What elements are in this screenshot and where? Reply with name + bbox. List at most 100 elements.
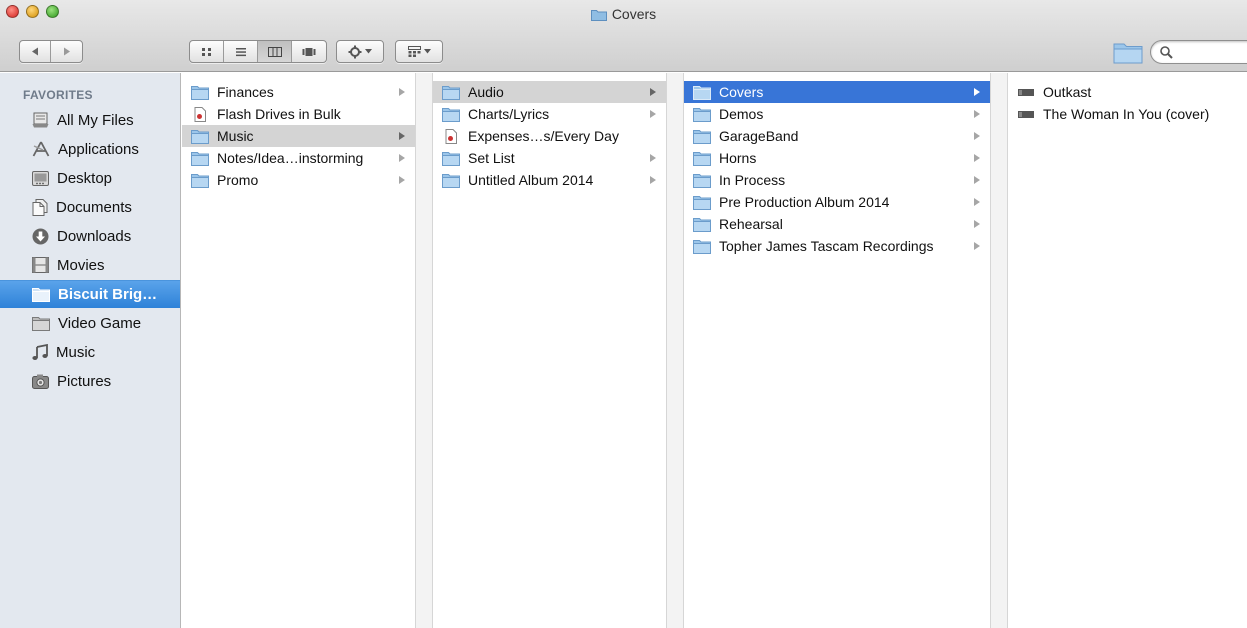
desktop-icon [32,170,49,186]
chevron-down-icon [365,49,372,54]
folder-icon [191,173,209,188]
downloads-icon [32,228,49,244]
action-menu-button[interactable] [336,40,384,63]
forward-arrow-icon [63,47,70,56]
sidebar-item-music[interactable]: Music [0,338,180,366]
list-item[interactable]: Audio [433,81,666,103]
sidebar-item-label: Desktop [57,169,113,187]
sidebar-item-all-my-files[interactable]: All My Files [0,106,180,134]
column-view-button[interactable] [258,41,292,62]
sidebar-item-biscuit-brig[interactable]: Biscuit Brig… [0,280,180,308]
disclosure-arrow-icon [974,220,980,228]
cover-flow-button[interactable] [292,41,326,62]
list-item[interactable]: Rehearsal [684,213,990,235]
list-view-button[interactable] [224,41,258,62]
camera-icon [32,374,49,389]
list-view-icon [235,47,246,56]
cover-flow-icon [302,47,316,56]
list-item[interactable]: Pre Production Album 2014 [684,191,990,213]
sidebar-item-label: All My Files [57,111,134,129]
disclosure-arrow-icon [650,154,656,162]
movies-icon [32,257,49,273]
list-item[interactable]: Covers [684,81,990,103]
search-input[interactable] [1177,43,1247,61]
all-files-icon [32,112,49,128]
window-title-area: Covers [0,6,1247,22]
list-item[interactable]: The Woman In You (cover) [1008,103,1247,125]
column-resize-handle[interactable] [415,73,433,628]
list-item[interactable]: Flash Drives in Bulk [182,103,415,125]
browser-column-4: Outkast The Woman In You (cover) [1008,73,1247,628]
folder-icon [442,151,460,166]
column-resize-handle[interactable] [990,73,1008,628]
video-file-icon [1018,88,1034,96]
sidebar-item-pictures[interactable]: Pictures [0,367,180,395]
forward-button[interactable] [51,41,82,62]
list-item[interactable]: In Process [684,169,990,191]
sidebar-item-label: Video Game [58,314,142,332]
sidebar-item-label: Music [56,343,96,361]
applications-icon [32,141,50,157]
browser-column-3: Covers Demos GarageBand Horns In Process… [684,73,990,628]
disclosure-arrow-icon [974,198,980,206]
sidebar: FAVORITES All My Files Applications Desk… [0,73,181,628]
folder-icon [32,316,50,331]
sidebar-item-label: Movies [57,256,105,274]
folder-icon [693,239,711,254]
list-item[interactable]: Horns [684,147,990,169]
disclosure-arrow-icon [399,88,405,96]
document-icon [194,106,206,122]
folder-icon [442,107,460,122]
gear-icon [348,45,362,58]
back-button[interactable] [20,41,51,62]
sidebar-item-label: Pictures [57,372,112,390]
disclosure-arrow-icon [399,154,405,162]
browser-column-2: Audio Charts/Lyrics Expenses…s/Every Day… [433,73,666,628]
list-item[interactable]: Finances [182,81,415,103]
sidebar-item-video-game[interactable]: Video Game [0,309,180,337]
disclosure-arrow-icon [974,176,980,184]
sidebar-item-movies[interactable]: Movies [0,251,180,279]
music-note-icon [32,343,48,360]
disclosure-arrow-icon [974,132,980,140]
icon-view-button[interactable] [190,41,224,62]
disclosure-arrow-icon [650,176,656,184]
folder-icon [693,151,711,166]
list-item[interactable]: Untitled Album 2014 [433,169,666,191]
search-field[interactable] [1150,40,1247,64]
list-item[interactable]: Topher James Tascam Recordings [684,235,990,257]
list-item[interactable]: Expenses…s/Every Day [433,125,666,147]
list-item[interactable]: Charts/Lyrics [433,103,666,125]
folder-icon [442,85,460,100]
sidebar-item-desktop[interactable]: Desktop [0,164,180,192]
list-item[interactable]: Promo [182,169,415,191]
folder-icon [693,85,711,100]
list-item[interactable]: Demos [684,103,990,125]
folder-icon [693,107,711,122]
list-item[interactable]: Set List [433,147,666,169]
list-item[interactable]: Outkast [1008,81,1247,103]
sidebar-item-applications[interactable]: Applications [0,135,180,163]
folder-icon [693,173,711,188]
disclosure-arrow-icon [974,242,980,250]
document-icon [445,128,457,144]
folder-icon [693,217,711,232]
column-resize-handle[interactable] [666,73,684,628]
sidebar-item-label: Documents [56,198,132,216]
list-item[interactable]: Music [182,125,415,147]
folder-icon [693,195,711,210]
disclosure-arrow-icon [974,110,980,118]
window-title: Covers [611,6,657,22]
sidebar-item-documents[interactable]: Documents [0,193,180,221]
list-item[interactable]: GarageBand [684,125,990,147]
folder-icon [693,129,711,144]
disclosure-arrow-icon [650,110,656,118]
column-view-icon [267,46,282,57]
folder-icon [590,9,607,21]
sidebar-item-label: Downloads [57,227,132,245]
sidebar-item-downloads[interactable]: Downloads [0,222,180,250]
video-file-icon [1018,110,1034,118]
list-item[interactable]: Notes/Idea…instorming [182,147,415,169]
arrange-menu-button[interactable] [395,40,443,63]
disclosure-arrow-icon [650,88,656,96]
